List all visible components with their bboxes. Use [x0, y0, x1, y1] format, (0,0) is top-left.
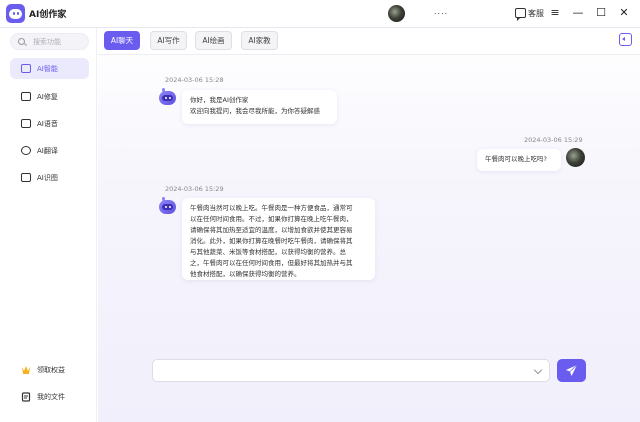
- claim-benefits-label: 领取权益: [37, 366, 65, 374]
- main-panel: AI聊天 AI写作 AI绘画 AI家教 2024-03-06 15:28 你好，…: [98, 28, 640, 422]
- menu-icon[interactable]: ≡: [548, 6, 562, 20]
- search-box[interactable]: [10, 33, 89, 50]
- message-timestamp: 2024-03-06 15:29: [524, 136, 583, 144]
- message-line: 午餐肉可以晚上吃吗?: [485, 155, 547, 163]
- user-avatar[interactable]: [388, 5, 405, 22]
- message-timestamp: 2024-03-06 15:29: [165, 185, 224, 193]
- chat-input-box[interactable]: [152, 359, 550, 382]
- message-line: 午餐肉当然可以晚上吃。午餐肉是一种方便食品，通常可: [190, 204, 353, 212]
- app-logo-icon: [6, 4, 25, 23]
- maximize-button[interactable]: ☐: [594, 6, 608, 20]
- user-message-avatar: [566, 148, 585, 167]
- crown-icon: [22, 366, 30, 374]
- voice-icon: [21, 119, 31, 128]
- tab-bar: AI聊天 AI写作 AI绘画 AI家教: [98, 28, 640, 55]
- repair-icon: [21, 92, 31, 101]
- claim-benefits-button[interactable]: 领取权益: [10, 360, 89, 380]
- message-line: 消化。此外，如果你打算在晚餐时吃午餐肉，请确保将其: [190, 237, 353, 245]
- tab-ai-painting[interactable]: AI绘画: [195, 31, 232, 50]
- translate-icon: [21, 146, 31, 155]
- message-line: 与其他蔬菜、米饭等食材搭配，以获得均衡的营养。总: [190, 248, 346, 256]
- close-button[interactable]: ✕: [617, 6, 631, 20]
- file-icon: [21, 392, 31, 402]
- tab-ai-tutor[interactable]: AI家教: [241, 31, 278, 50]
- sidebar-item-ai-image-recognition[interactable]: AI识图: [10, 167, 89, 188]
- app-title: AI创作家: [29, 10, 67, 20]
- send-icon: [566, 364, 578, 376]
- sidebar: AI智能 AI修复 AI语音 AI翻译 AI识图 领取权益 我的文件: [0, 28, 97, 422]
- message-line: 之，午餐肉可以在任何时间食用，但最好将其加热并与其: [190, 259, 353, 267]
- message-line: 你好，我是AI创作家: [190, 96, 249, 104]
- sidebar-item-label: AI修复: [37, 93, 58, 101]
- message-line: 欢迎向我提问，我会尽我所能，为你答疑解惑: [190, 107, 320, 115]
- sidebar-item-ai-repair[interactable]: AI修复: [10, 86, 89, 107]
- message-line: 以在任何时间食用。不过，如果你打算在晚上吃午餐肉，: [190, 215, 353, 223]
- robot-icon: [21, 64, 31, 73]
- sidebar-item-label: AI识图: [37, 174, 58, 182]
- message-timestamp: 2024-03-06 15:28: [165, 76, 224, 84]
- chevron-down-icon[interactable]: [533, 365, 543, 375]
- title-bar: AI创作家 .... 客服 ≡ — ☐ ✕: [0, 0, 640, 28]
- my-files-button[interactable]: 我的文件: [10, 387, 89, 407]
- bot-message-bubble: 你好，我是AI创作家 欢迎向我提问，我会尽我所能，为你答疑解惑: [182, 90, 337, 124]
- customer-service-icon[interactable]: [515, 8, 526, 21]
- minimize-button[interactable]: —: [571, 6, 585, 20]
- customer-service-button[interactable]: 客服: [528, 8, 544, 19]
- tab-ai-writing[interactable]: AI写作: [150, 31, 187, 50]
- search-icon: [18, 38, 25, 45]
- my-files-label: 我的文件: [37, 393, 65, 401]
- chat-input[interactable]: [161, 364, 531, 378]
- bot-avatar-icon: [158, 88, 177, 107]
- user-message-bubble: 午餐肉可以晚上吃吗?: [477, 149, 561, 171]
- message-line: 他食材搭配，以确保获得均衡的营养。: [190, 270, 301, 278]
- user-name[interactable]: ....: [434, 7, 448, 16]
- sidebar-item-label: AI翻译: [37, 147, 58, 155]
- collapse-panel-icon[interactable]: [619, 33, 632, 46]
- tab-ai-chat[interactable]: AI聊天: [104, 31, 140, 50]
- search-input[interactable]: [33, 36, 87, 48]
- image-recognition-icon: [21, 173, 31, 182]
- bot-avatar-icon: [158, 197, 177, 216]
- bot-message-bubble: 午餐肉当然可以晚上吃。午餐肉是一种方便食品，通常可 以在任何时间食用。不过，如果…: [182, 198, 375, 280]
- sidebar-item-ai-voice[interactable]: AI语音: [10, 113, 89, 134]
- message-line: 请确保将其加热至适宜的温度，以增加食欲并使其更容易: [190, 226, 353, 234]
- send-button[interactable]: [557, 359, 586, 382]
- sidebar-item-label: AI语音: [37, 120, 58, 128]
- sidebar-item-label: AI智能: [37, 65, 58, 73]
- sidebar-item-ai-smart[interactable]: AI智能: [10, 58, 89, 79]
- sidebar-item-ai-translate[interactable]: AI翻译: [10, 140, 89, 161]
